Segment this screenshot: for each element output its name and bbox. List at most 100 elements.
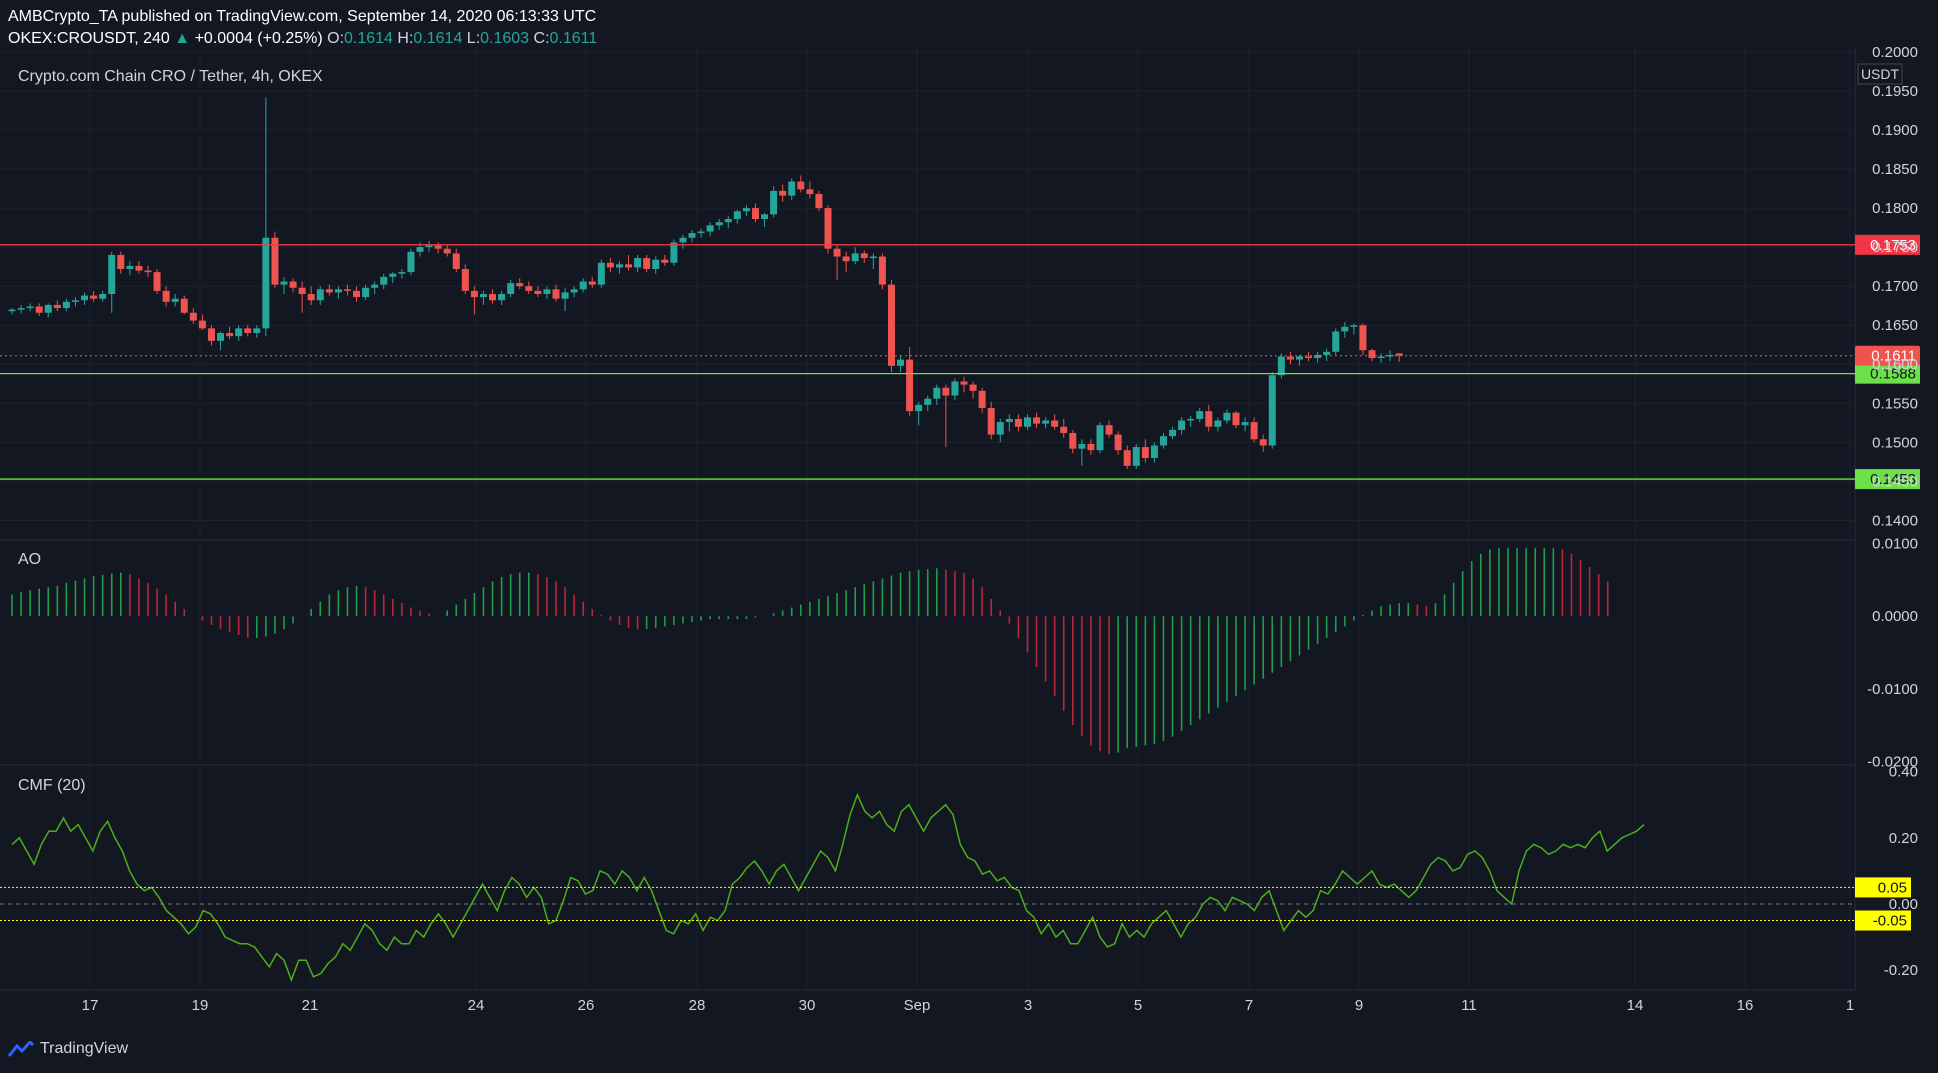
candle-body	[534, 290, 542, 294]
candle	[1323, 348, 1331, 362]
candle-body	[897, 359, 905, 366]
candle	[516, 278, 524, 290]
candle	[90, 290, 98, 302]
candle	[543, 286, 551, 299]
candle-body	[860, 253, 868, 259]
candle-body	[71, 300, 79, 302]
candle-body	[742, 208, 750, 212]
candle-body	[498, 294, 506, 301]
candle-body	[788, 181, 796, 196]
x-tick-label: 5	[1134, 997, 1142, 1014]
candle	[144, 265, 152, 277]
candle-body	[389, 273, 397, 277]
price-tick-label: 0.1950	[1872, 83, 1918, 100]
candle-body	[1305, 356, 1313, 359]
grid-lines	[0, 48, 1856, 991]
candle	[661, 254, 669, 266]
ao-tick-label: -0.0100	[1867, 681, 1918, 698]
candle	[715, 219, 723, 230]
candle-body	[906, 359, 914, 412]
candle	[244, 325, 252, 337]
candle	[978, 387, 986, 413]
candle-body	[706, 225, 714, 232]
candle-body	[724, 219, 732, 223]
candle	[507, 279, 515, 298]
candle	[1196, 408, 1204, 423]
candle-body	[1286, 356, 1294, 360]
candle-body	[489, 294, 497, 301]
candle-body	[416, 247, 424, 252]
x-tick-label: 14	[1627, 997, 1644, 1014]
candle-body	[960, 381, 968, 385]
candle	[851, 247, 859, 265]
candle	[162, 286, 170, 307]
candle-body	[244, 328, 252, 334]
candle-body	[842, 256, 850, 262]
candle-body	[1268, 375, 1276, 446]
candle-body	[1214, 420, 1222, 427]
candle-body	[62, 301, 70, 309]
candle	[688, 229, 696, 243]
price-pane-title: Crypto.com Chain CRO / Tether, 4h, OKEX	[18, 68, 323, 85]
x-tick-label: 3	[1024, 997, 1032, 1014]
candle-body	[670, 242, 678, 263]
footer-brand: TradingView	[40, 1040, 129, 1057]
candle	[1268, 372, 1276, 449]
candle-body	[507, 283, 515, 294]
candle	[842, 251, 850, 273]
candle-body	[1078, 443, 1086, 449]
candle	[1096, 422, 1104, 454]
candle	[489, 289, 497, 304]
candle-body	[334, 289, 342, 293]
candle-body	[1277, 356, 1285, 376]
candle-body	[1033, 417, 1041, 424]
candle-body	[325, 289, 333, 293]
candle-body	[1096, 425, 1104, 451]
candle	[761, 212, 769, 227]
candle	[371, 281, 379, 294]
candle	[1368, 348, 1376, 362]
candle	[307, 286, 315, 305]
candle-body	[643, 258, 651, 270]
ao-tick-label: 0.0100	[1872, 536, 1918, 553]
candle	[71, 297, 79, 307]
price-tick-label: 0.1400	[1872, 512, 1918, 529]
candle-body	[262, 237, 270, 329]
candle	[1169, 426, 1177, 440]
candle-body	[362, 287, 370, 298]
candle-body	[588, 281, 596, 285]
candle-body	[797, 181, 805, 190]
candle	[1005, 414, 1013, 432]
candle-body	[1295, 356, 1303, 360]
candle-body	[987, 408, 995, 435]
candle-body	[661, 259, 669, 263]
candle	[235, 325, 243, 341]
candle	[924, 395, 932, 412]
candle-body	[1232, 412, 1240, 426]
candle-body	[343, 289, 351, 291]
chart-canvas[interactable]: 0.17530.15880.14530.16110.05-0.05 17 19 21…	[0, 0, 1938, 1073]
candle	[1187, 415, 1195, 427]
candle	[362, 284, 370, 301]
candle-body	[108, 254, 116, 294]
candle	[280, 276, 288, 294]
cmf-pane-title: CMF (20)	[18, 777, 86, 794]
candle-body	[380, 276, 388, 285]
candle-body	[715, 222, 723, 226]
candle-body	[371, 284, 379, 288]
candle-body	[298, 287, 306, 294]
candle-body	[198, 320, 206, 329]
candle-body	[217, 333, 225, 341]
candle	[1232, 411, 1240, 429]
candle	[1123, 445, 1131, 469]
candle-body	[579, 281, 587, 290]
tradingview-logo-icon	[8, 1041, 34, 1057]
candle	[570, 286, 578, 298]
x-tick-label: 24	[468, 997, 485, 1014]
candle-body	[35, 306, 43, 313]
candle	[824, 204, 832, 254]
candle-body	[978, 390, 986, 409]
candle-body	[1159, 436, 1167, 446]
candle	[389, 272, 397, 284]
candle-body	[679, 237, 687, 243]
